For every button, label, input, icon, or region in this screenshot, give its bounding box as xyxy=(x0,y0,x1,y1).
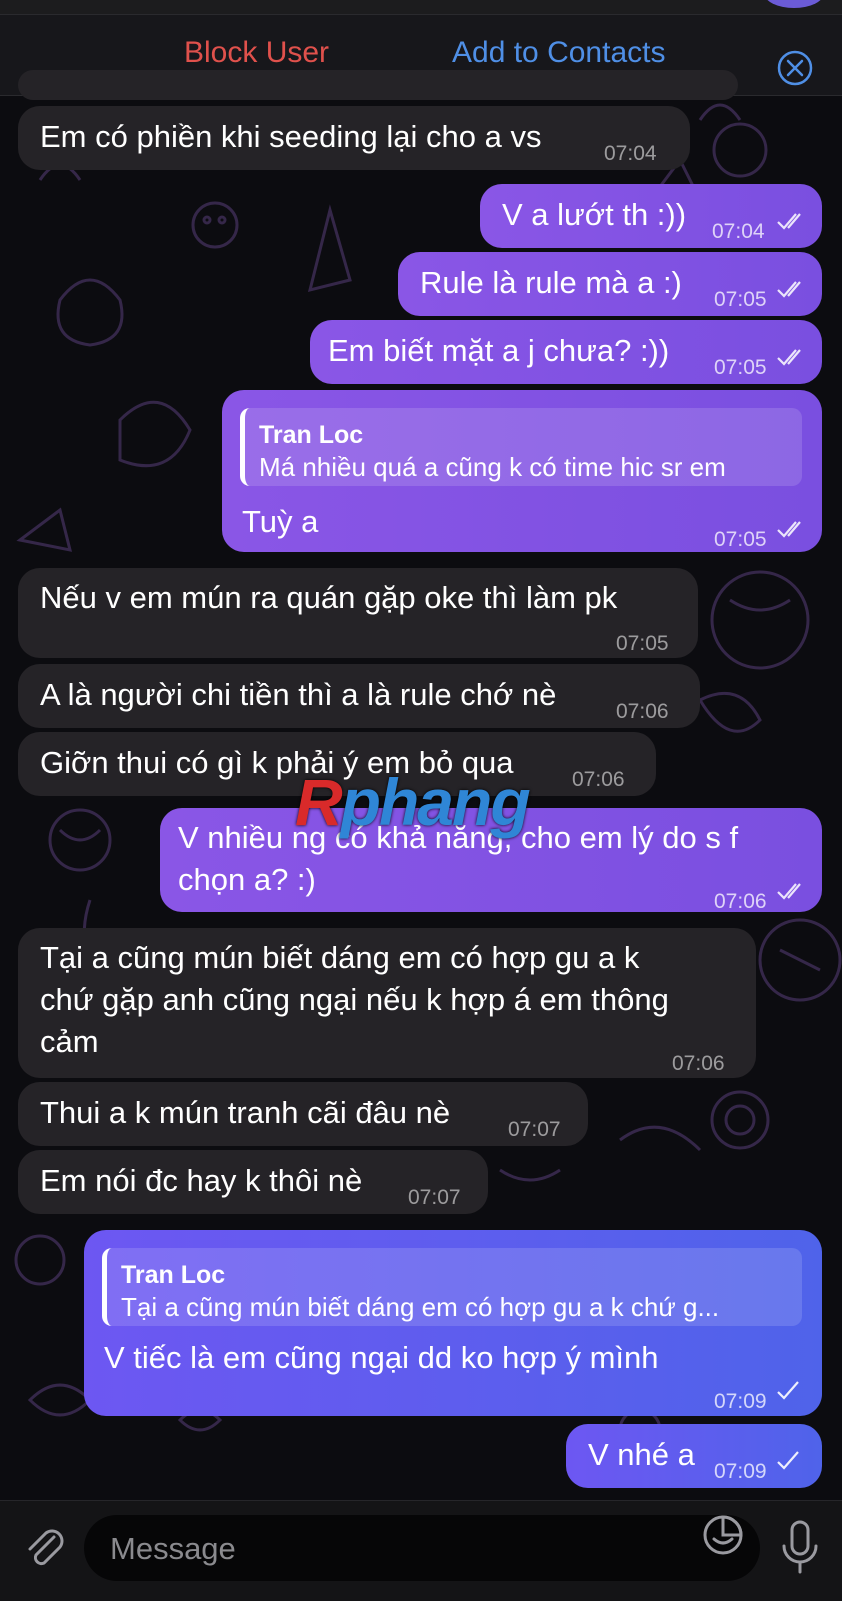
message-time: 07:05 xyxy=(714,288,767,311)
attach-paperclip-icon[interactable] xyxy=(20,1523,70,1573)
reply-quote[interactable]: Tran Loc Má nhiều quá a cũng k có time h… xyxy=(240,408,802,486)
check-icon xyxy=(777,1451,799,1470)
message-text: Em có phiền khi seeding lại cho a vs xyxy=(40,119,542,154)
message-bubble-incoming[interactable]: Em nói đc hay k thôi nè 07:07 xyxy=(18,1150,488,1214)
microphone-icon[interactable] xyxy=(780,1520,820,1576)
message-time: 07:07 xyxy=(508,1118,561,1141)
message-time: 07:06 xyxy=(572,768,625,791)
message-bubble-incoming[interactable]: Tại a cũng mún biết dáng em có hợp gu a … xyxy=(18,928,756,1078)
watermark-rest: phang xyxy=(340,765,531,839)
message-bubble-outgoing-reply[interactable]: Tran Loc Má nhiều quá a cũng k có time h… xyxy=(222,390,822,552)
double-check-icon xyxy=(777,521,801,538)
reply-text: Tại a cũng mún biết dáng em có hợp gu a … xyxy=(121,1292,720,1322)
message-time: 07:07 xyxy=(408,1186,461,1209)
add-to-contacts-button[interactable]: Add to Contacts xyxy=(452,36,665,70)
message-text: Rule là rule mà a :) xyxy=(420,265,682,300)
message-time: 07:09 xyxy=(714,1460,767,1483)
message-time: 07:04 xyxy=(604,142,657,165)
message-bubble-outgoing-reply[interactable]: Tran Loc Tại a cũng mún biết dáng em có … xyxy=(84,1230,822,1416)
double-check-icon xyxy=(777,883,801,900)
message-text: Em biết mặt a j chưa? :)) xyxy=(328,333,670,368)
message-text-line: chọn a? :) xyxy=(178,862,316,897)
message-bubble-outgoing[interactable]: V a lướt th :)) 07:04 xyxy=(480,184,822,248)
message-text: Nếu v em mún ra quán gặp oke thì làm pk xyxy=(40,580,618,615)
message-time: 07:04 xyxy=(712,220,765,243)
message-bubble-incoming[interactable]: Nếu v em mún ra quán gặp oke thì làm pk … xyxy=(18,568,698,658)
message-input[interactable] xyxy=(108,1525,672,1573)
message-time: 07:05 xyxy=(714,528,767,551)
block-user-button[interactable]: Block User xyxy=(184,36,329,70)
message-bubble-incoming[interactable]: A là người chi tiền thì a là rule chớ nè… xyxy=(18,664,700,728)
message-time: 07:05 xyxy=(714,356,767,379)
double-check-icon xyxy=(777,213,801,230)
message-time: 07:05 xyxy=(616,632,669,655)
message-text: Tuỳ a xyxy=(242,504,319,539)
avatar[interactable] xyxy=(764,0,824,8)
double-check-icon xyxy=(777,281,801,298)
message-text: V tiếc là em cũng ngại dd ko hợp ý mình xyxy=(104,1340,659,1375)
message-time: 07:06 xyxy=(616,700,669,723)
message-text: V a lướt th :)) xyxy=(502,197,687,232)
message-text: Em nói đc hay k thôi nè xyxy=(40,1163,363,1198)
message-bubble-incoming[interactable]: Thui a k mún tranh cãi đâu nè 07:07 xyxy=(18,1082,588,1146)
message-text: V nhé a xyxy=(588,1437,695,1472)
message-bubble-outgoing[interactable]: Rule là rule mà a :) 07:05 xyxy=(398,252,822,316)
sticker-icon[interactable] xyxy=(700,1512,746,1558)
message-text-line: chứ gặp anh cũng ngại nếu k hợp á em thô… xyxy=(40,982,669,1017)
reply-quote[interactable]: Tran Loc Tại a cũng mún biết dáng em có … xyxy=(102,1248,802,1326)
message-text-line: Tại a cũng mún biết dáng em có hợp gu a … xyxy=(40,940,640,975)
check-icon xyxy=(777,1381,799,1400)
top-strip xyxy=(0,0,842,14)
message-time: 07:06 xyxy=(714,890,767,913)
message-bubble-outgoing[interactable]: Em biết mặt a j chưa? :)) 07:05 xyxy=(310,320,822,384)
close-icon[interactable] xyxy=(776,49,814,87)
message-text: Thui a k mún tranh cãi đâu nè xyxy=(40,1095,451,1130)
watermark-logo: Rphang xyxy=(295,764,531,840)
message-text: A là người chi tiền thì a là rule chớ nè xyxy=(40,677,557,712)
reply-text: Má nhiều quá a cũng k có time hic sr em xyxy=(259,452,726,482)
message-time: 07:09 xyxy=(714,1390,767,1413)
message-field[interactable] xyxy=(84,1515,760,1581)
message-bubble-outgoing[interactable]: V nhé a 07:09 xyxy=(566,1424,822,1488)
message-text-line: cảm xyxy=(40,1024,99,1059)
message-bubble-partial[interactable] xyxy=(18,70,738,100)
double-check-icon xyxy=(777,349,801,366)
message-time: 07:06 xyxy=(672,1052,725,1075)
message-bubble-incoming[interactable]: Em có phiền khi seeding lại cho a vs 07:… xyxy=(18,106,690,170)
watermark-first: R xyxy=(295,765,343,839)
